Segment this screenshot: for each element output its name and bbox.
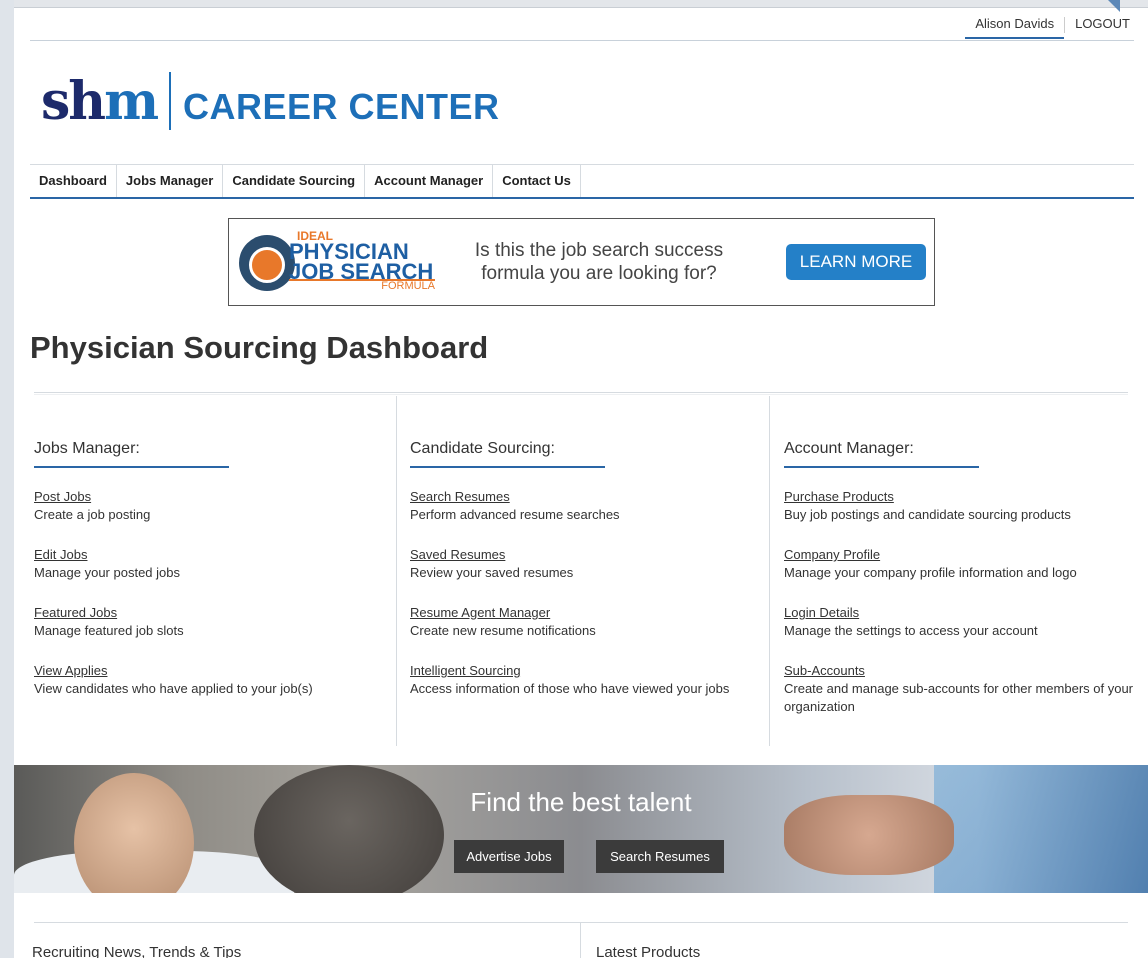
nav-account-manager[interactable]: Account Manager: [365, 165, 494, 197]
shm-logo-letters: sh: [41, 71, 106, 132]
intelligent-sourcing-desc: Access information of those who have vie…: [410, 681, 730, 696]
page: Alison Davids LOGOUT shm CAREER CENTER Da…: [14, 0, 1148, 958]
user-links: Alison Davids LOGOUT: [965, 16, 1134, 39]
bottom-divider: [34, 922, 1128, 923]
nav-contact-us[interactable]: Contact Us: [493, 165, 581, 197]
post-jobs-link[interactable]: Post Jobs: [34, 488, 394, 506]
heading-underline: [784, 466, 979, 468]
hero-title: Find the best talent: [470, 787, 692, 817]
company-profile-link[interactable]: Company Profile: [784, 546, 1144, 564]
ad-banner[interactable]: IDEAL PHYSICIAN JOB SEARCH FORMULA Is th…: [228, 218, 935, 306]
intelligent-sourcing-link[interactable]: Intelligent Sourcing: [410, 662, 770, 680]
list-item: Login Details Manage the settings to acc…: [784, 604, 1144, 640]
candidate-sourcing-column: Candidate Sourcing: Search Resumes Perfo…: [396, 396, 770, 746]
jobs-manager-heading: Jobs Manager:: [34, 440, 140, 457]
ad-tagline: Is this the job search success formula y…: [474, 240, 724, 284]
flask-liquid-icon: [249, 247, 285, 283]
company-profile-desc: Manage your company profile information …: [784, 565, 1077, 580]
hero-banner: Find the best talent Advertise Jobs Sear…: [14, 765, 1148, 893]
sub-accounts-desc: Create and manage sub-accounts for other…: [784, 681, 1134, 714]
nav-jobs-manager[interactable]: Jobs Manager: [117, 165, 224, 197]
title-divider: [34, 392, 1128, 393]
view-applies-link[interactable]: View Applies: [34, 662, 394, 680]
candidate-sourcing-heading: Candidate Sourcing:: [410, 440, 555, 457]
login-details-link[interactable]: Login Details: [784, 604, 1144, 622]
list-item: Resume Agent Manager Create new resume n…: [410, 604, 770, 640]
list-item: View Applies View candidates who have ap…: [34, 662, 394, 698]
browser-top-strip: [14, 0, 1148, 8]
jobs-manager-column: Jobs Manager: Post Jobs Create a job pos…: [34, 396, 397, 746]
list-item: Intelligent Sourcing Access information …: [410, 662, 770, 698]
sub-accounts-link[interactable]: Sub-Accounts: [784, 662, 1144, 680]
heading-underline: [34, 466, 229, 468]
hero-scrubs-image: [934, 765, 1148, 893]
search-resumes-link[interactable]: Search Resumes: [410, 488, 770, 506]
login-details-desc: Manage the settings to access your accou…: [784, 623, 1038, 638]
list-item: Post Jobs Create a job posting: [34, 488, 394, 524]
list-item: Featured Jobs Manage featured job slots: [34, 604, 394, 640]
shm-logo-mark: shm: [41, 76, 159, 128]
user-bar: Alison Davids LOGOUT: [30, 8, 1134, 41]
logout-link[interactable]: LOGOUT: [1065, 16, 1134, 31]
career-center-wordmark: CAREER CENTER: [183, 86, 500, 127]
featured-jobs-desc: Manage featured job slots: [34, 623, 184, 638]
search-resumes-desc: Perform advanced resume searches: [410, 507, 620, 522]
featured-jobs-link[interactable]: Featured Jobs: [34, 604, 394, 622]
shm-logo-m: m: [104, 71, 159, 132]
ad-formula-label: FORMULA: [289, 279, 435, 292]
nav-dashboard[interactable]: Dashboard: [30, 165, 117, 197]
resume-agent-manager-desc: Create new resume notifications: [410, 623, 596, 638]
nav-candidate-sourcing[interactable]: Candidate Sourcing: [223, 165, 366, 197]
list-item: Edit Jobs Manage your posted jobs: [34, 546, 394, 582]
post-jobs-desc: Create a job posting: [34, 507, 151, 522]
page-title: Physician Sourcing Dashboard: [30, 330, 489, 365]
saved-resumes-desc: Review your saved resumes: [410, 565, 574, 580]
heading-underline: [410, 466, 605, 468]
saved-resumes-link[interactable]: Saved Resumes: [410, 546, 770, 564]
hero-patient-image: [254, 765, 444, 893]
edit-jobs-link[interactable]: Edit Jobs: [34, 546, 394, 564]
user-name-link[interactable]: Alison Davids: [965, 16, 1065, 39]
latest-products-heading: Latest Products: [596, 944, 701, 958]
list-item: Saved Resumes Review your saved resumes: [410, 546, 770, 582]
learn-more-button[interactable]: LEARN MORE: [786, 244, 926, 280]
account-manager-heading: Account Manager:: [784, 440, 914, 457]
bottom-column-divider: [580, 922, 581, 958]
list-item: Purchase Products Buy job postings and c…: [784, 488, 1144, 524]
view-applies-desc: View candidates who have applied to your…: [34, 681, 313, 696]
account-manager-column: Account Manager: Purchase Products Buy j…: [770, 396, 1148, 746]
list-item: Company Profile Manage your company prof…: [784, 546, 1144, 582]
edit-jobs-desc: Manage your posted jobs: [34, 565, 180, 580]
logo-divider: [169, 72, 171, 130]
purchase-products-desc: Buy job postings and candidate sourcing …: [784, 507, 1071, 522]
resume-agent-manager-link[interactable]: Resume Agent Manager: [410, 604, 770, 622]
main-nav: Dashboard Jobs Manager Candidate Sourcin…: [30, 164, 1134, 199]
list-item: Search Resumes Perform advanced resume s…: [410, 488, 770, 524]
purchase-products-link[interactable]: Purchase Products: [784, 488, 1144, 506]
list-item: Sub-Accounts Create and manage sub-accou…: [784, 662, 1144, 716]
search-resumes-button[interactable]: Search Resumes: [596, 840, 724, 873]
advertise-jobs-button[interactable]: Advertise Jobs: [454, 840, 564, 873]
recruiting-news-heading: Recruiting News, Trends & Tips: [32, 944, 242, 958]
